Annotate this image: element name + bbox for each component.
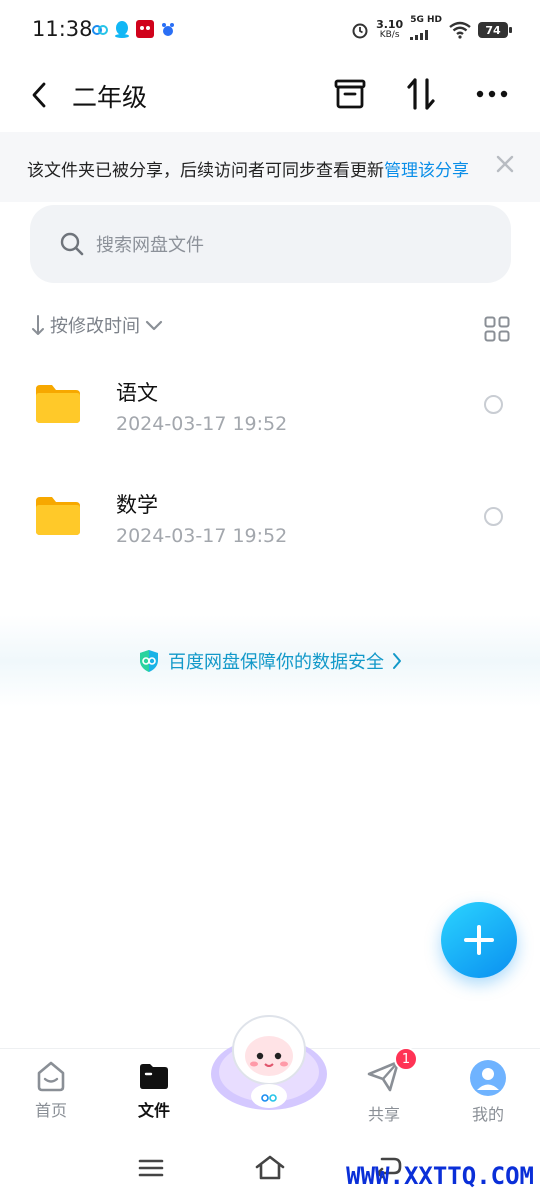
- menu-icon: [138, 1159, 164, 1177]
- file-name: 数学: [116, 493, 158, 517]
- close-banner-button[interactable]: [496, 154, 514, 179]
- archive-button[interactable]: [332, 76, 368, 112]
- select-checkbox[interactable]: [484, 507, 503, 526]
- alarm-icon: [352, 23, 368, 39]
- list-item[interactable]: 语文 2024-03-17 19:52: [0, 350, 540, 462]
- home-face-icon: [37, 1061, 65, 1092]
- status-indicators: 3.10 KB/s 5G HD 74: [351, 16, 512, 44]
- search-input[interactable]: 搜索网盘文件: [30, 205, 511, 283]
- sort-label: 按修改时间: [50, 316, 140, 337]
- recent-apps-button[interactable]: [131, 1152, 171, 1184]
- wifi-icon: [449, 21, 471, 39]
- tab-share[interactable]: 共享 1: [334, 1047, 434, 1139]
- tab-label: 文件: [137, 1101, 170, 1120]
- manage-share-link[interactable]: 管理该分享: [384, 156, 469, 181]
- avatar: [470, 1060, 506, 1096]
- watermark-text: WWW.XXTTQ.COM: [346, 1162, 534, 1190]
- baidu-netdisk-notification-icon: [92, 25, 108, 35]
- list-item[interactable]: 数学 2024-03-17 19:52: [0, 462, 540, 574]
- sort-arrows-icon: [407, 78, 435, 110]
- search-icon: [60, 232, 84, 256]
- home-button[interactable]: [250, 1152, 290, 1184]
- chevron-right-icon: [393, 653, 401, 669]
- status-bar: 11:38 3.10 KB/s 5G HD 74: [0, 0, 540, 60]
- sort-selector[interactable]: 按修改时间: [30, 312, 164, 338]
- baidu-notification-icon: [162, 23, 174, 36]
- grid-view-icon: [484, 316, 510, 342]
- more-button[interactable]: [474, 76, 510, 112]
- security-link[interactable]: 百度网盘保障你的数据安全: [0, 615, 540, 707]
- mascot-icon: [211, 1015, 327, 1110]
- app-notification-icon: [136, 20, 154, 38]
- file-date: 2024-03-17 19:52: [116, 413, 288, 435]
- notification-icons: [92, 20, 176, 38]
- folder-tab-icon: [140, 1064, 168, 1089]
- select-checkbox[interactable]: [484, 395, 503, 414]
- page-title: 二年级: [72, 83, 148, 112]
- search-placeholder: 搜索网盘文件: [96, 235, 204, 256]
- tab-files[interactable]: 文件: [104, 1049, 204, 1139]
- share-banner: 该文件夹已被分享，后续访问者可同步查看更新 管理该分享: [0, 132, 540, 202]
- tab-profile[interactable]: 我的: [438, 1049, 538, 1139]
- tab-home[interactable]: 首页: [1, 1049, 101, 1139]
- shield-icon: [140, 650, 158, 672]
- folder-icon: [36, 385, 80, 423]
- tab-label: 共享: [367, 1105, 400, 1124]
- more-dots-icon: [476, 90, 508, 98]
- arrow-down-icon: [32, 315, 44, 335]
- grid-view-button[interactable]: [484, 316, 510, 342]
- folder-icon: [36, 497, 80, 535]
- status-time: 11:38: [32, 17, 93, 41]
- tab-label: 首页: [34, 1101, 67, 1120]
- signal-indicator: 5G HD: [410, 16, 442, 44]
- plus-icon: [464, 925, 494, 955]
- battery-indicator: 74: [478, 22, 512, 38]
- home-icon: [255, 1155, 285, 1180]
- security-text: 百度网盘保障你的数据安全: [168, 652, 384, 673]
- network-speed: 3.10 KB/s: [376, 18, 404, 40]
- notification-badge: 1: [394, 1047, 418, 1071]
- qq-notification-icon: [115, 21, 129, 38]
- close-icon: [496, 155, 514, 173]
- archive-icon: [334, 79, 366, 109]
- back-button[interactable]: [22, 78, 56, 112]
- signal-bars-icon: [410, 30, 429, 40]
- add-button[interactable]: [441, 902, 517, 978]
- chevron-left-icon: [32, 82, 46, 108]
- chevron-down-icon: [145, 320, 163, 331]
- assistant-mascot-button[interactable]: [207, 1012, 331, 1112]
- top-actions: [332, 76, 510, 112]
- file-list: 语文 2024-03-17 19:52 数学 2024-03-17 19:52: [0, 350, 540, 574]
- title-bar: 二年级: [0, 60, 540, 130]
- file-name: 语文: [116, 381, 158, 405]
- sort-button[interactable]: [403, 76, 439, 112]
- share-banner-text: 该文件夹已被分享，后续访问者可同步查看更新: [27, 161, 384, 181]
- tab-label: 我的: [471, 1105, 504, 1124]
- file-date: 2024-03-17 19:52: [116, 525, 288, 547]
